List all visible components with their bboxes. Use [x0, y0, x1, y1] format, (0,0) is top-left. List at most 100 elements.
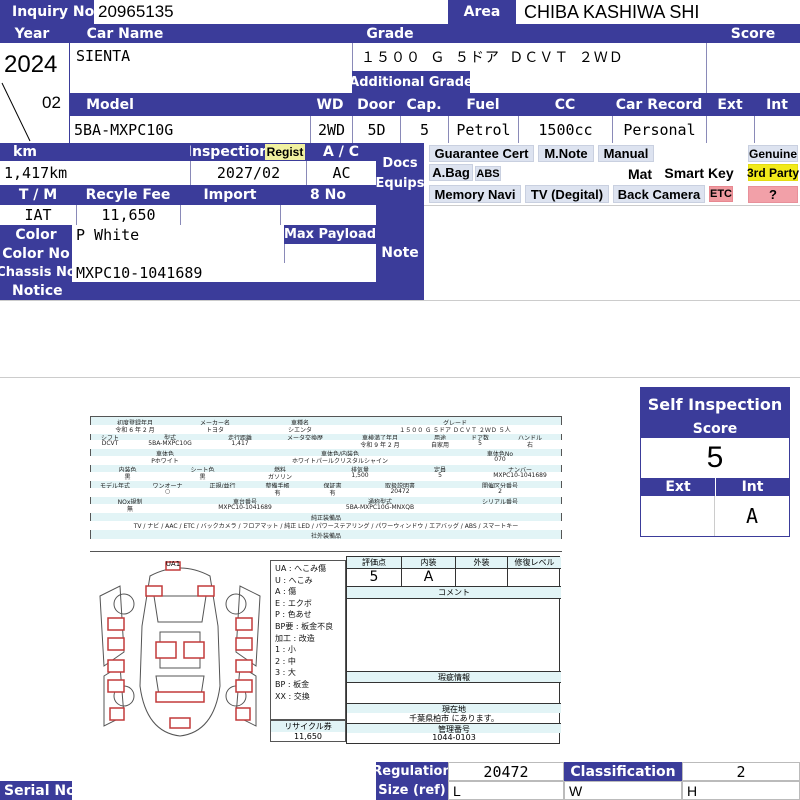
- genuine-badge: Genuine: [748, 145, 798, 162]
- inspection-value: 2027/02: [190, 161, 306, 185]
- serial-no-label: Serial No: [0, 781, 72, 800]
- inspection-label: Inspection: [190, 143, 266, 161]
- sheet-cell: MXPC10-1041689: [218, 504, 272, 511]
- sheet-cell: 5BA-MXPC10G-MNXQB: [345, 504, 415, 511]
- legend-item: BP要 : 板金不良: [275, 621, 334, 631]
- legend-item: E : エクボ: [275, 598, 312, 608]
- sheet-recycle-label: リサイクル券: [271, 721, 345, 732]
- sheet-defect-label: 瑕疵情報: [347, 671, 561, 683]
- self-inspection-int-value: A: [745, 504, 759, 528]
- inquiry-number: 20965135: [94, 0, 448, 24]
- cc-value: 1500cc: [518, 116, 612, 143]
- regulation-label: Regulation: [376, 762, 448, 781]
- serial-no-value: [72, 781, 376, 800]
- regist-badge: Regist: [265, 144, 305, 160]
- door-label: Door: [354, 93, 398, 116]
- legend-item: XX : 交換: [275, 691, 310, 701]
- capacity-value: 5: [400, 116, 448, 143]
- ext-label: Ext: [706, 93, 754, 116]
- self-inspection-ext-label: Ext: [641, 478, 715, 496]
- third-party-badge: 3rd Party: [746, 164, 800, 181]
- year-box: 2024 02: [0, 43, 70, 143]
- sheet-score-value: [507, 569, 561, 586]
- sheet-cell: [440, 504, 560, 513]
- additional-grade-value: [470, 71, 706, 93]
- sheet-score-panel: 評価点 内装 外装 修復レベル 5 A コメント 瑕疵情報 現在地 千葉県柏市 …: [346, 556, 561, 744]
- area-label: Area: [448, 0, 516, 24]
- sheet-cell: [195, 488, 250, 497]
- classification-label: Classification: [564, 762, 682, 781]
- int-label: Int: [754, 93, 800, 116]
- sheet-location-label: 現在地: [347, 703, 561, 714]
- legend-item: A : 傷: [275, 587, 297, 597]
- color-label: Color: [0, 225, 72, 244]
- fuel-value: Petrol: [448, 116, 518, 143]
- size-label: Size (ref): [376, 781, 448, 800]
- auction-sheet-table: 初度登録年月 メーカー名 車種名 グレード 令和 6 年 2 月 トヨタ シエン…: [90, 416, 562, 552]
- additional-grade-label: Additional Grade: [352, 71, 470, 93]
- model-label: Model: [70, 93, 150, 116]
- smart-key-badge: Smart Key: [662, 164, 736, 182]
- sheet-location-value: 千葉県柏市 にあります。: [409, 714, 499, 723]
- import-value: [180, 205, 280, 225]
- sheet-cell: 自家用: [430, 442, 449, 449]
- grade-value: １５００ Ｇ ５ドア ＤＣＶＴ ２ＷＤ: [352, 43, 706, 71]
- memory-navi-badge: Memory Navi: [429, 185, 521, 203]
- abs-badge: ABS: [475, 166, 501, 181]
- self-inspection-int-label: Int: [715, 478, 789, 496]
- inquiry-label: Inquiry No: [0, 0, 94, 24]
- wd-label: WD: [310, 93, 350, 116]
- sheet-comment-label: コメント: [347, 587, 561, 599]
- size-h-value: H: [682, 781, 800, 800]
- guarantee-cert-badge: Guarantee Cert: [429, 145, 534, 162]
- eight-no-value: [280, 205, 376, 225]
- car-record-value: Personal: [612, 116, 706, 143]
- sheet-cell: 右: [526, 442, 533, 449]
- legend-item: BP : 板金: [275, 679, 310, 689]
- sheet-cell: [270, 440, 340, 449]
- ac-value: AC: [306, 161, 376, 185]
- sheet-cell: 無: [126, 506, 133, 513]
- sheet-cell: ホワイトパールクリスタルシャイン: [291, 458, 388, 465]
- note-area: [424, 205, 800, 300]
- legend-item: P : 色あせ: [275, 610, 312, 620]
- damage-legend: UA : へこみ傷 U : へこみ A : 傷 E : エクボ P : 色あせ …: [270, 560, 346, 720]
- sheet-row2-values: DCVT 5BA-MXPC10G 1,417 令和 9 年 2 月 自家用 5 …: [90, 440, 562, 449]
- notice-label: Notice: [0, 282, 376, 300]
- self-inspection-panel: Self Inspection Score 5 Ext Int A: [640, 387, 790, 537]
- sheet-cell: ○: [164, 488, 171, 495]
- question-badge: ?: [748, 186, 798, 203]
- sheet-row5-values: ○ 有 有 20472 2: [90, 488, 562, 497]
- sheet-cell: 2: [498, 488, 502, 495]
- sheet-cell: 070: [494, 456, 506, 463]
- recycle-fee-value: 11,650: [76, 205, 180, 225]
- legend-item: 3 : 大: [275, 668, 296, 678]
- sheet-cell: 5: [478, 440, 482, 447]
- legend-item: U : へこみ: [275, 575, 313, 585]
- km-value: 1,417km: [0, 161, 190, 185]
- sheet-cell: 有: [274, 490, 281, 497]
- sheet-cell: 5BA-MXPC10G: [148, 440, 192, 447]
- self-inspection-ext-value: [641, 496, 715, 536]
- legend-item: 1 : 小: [275, 645, 296, 655]
- cc-label: CC: [520, 93, 610, 116]
- drive-value: 2WD: [310, 116, 352, 143]
- sheet-score-header: 修復レベル: [507, 557, 561, 568]
- size-w-value: W: [564, 781, 682, 800]
- sheet-score-value: A: [401, 569, 455, 586]
- regulation-value: 20472: [448, 762, 564, 781]
- max-payload-label: Max Payload: [284, 225, 376, 244]
- sheet-cell: MXPC10-1041689: [493, 472, 547, 479]
- sheet-row6-values: 無 MXPC10-1041689 5BA-MXPC10G-MNXQB: [90, 504, 562, 513]
- size-l-value: L: [448, 781, 564, 800]
- sheet-score-values: 5 A: [347, 569, 561, 587]
- note-label: Note: [376, 205, 424, 300]
- car-damage-diagram: UA1: [90, 556, 270, 742]
- score-value: [706, 43, 800, 93]
- docs-equips-label: Docs Equips: [376, 143, 424, 205]
- recycle-fee-label: Recyle Fee: [76, 185, 180, 205]
- sheet-recycle-box: リサイクル券 11,650: [270, 720, 346, 742]
- damage-mark-ua1: UA1: [165, 560, 181, 568]
- sheet-cell: DCVT: [101, 440, 119, 447]
- sheet-score-header: 外装: [455, 557, 507, 568]
